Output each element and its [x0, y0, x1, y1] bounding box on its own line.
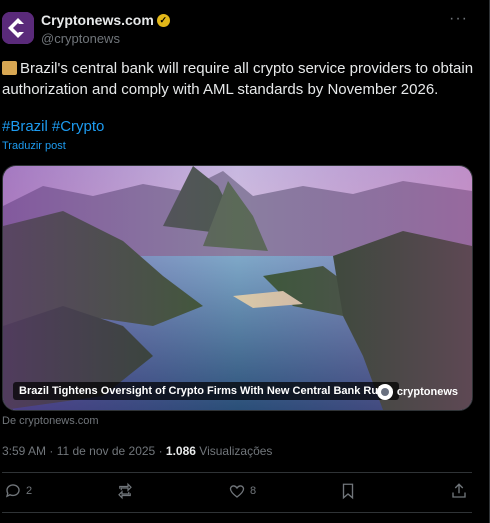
bookmark-button[interactable]	[339, 482, 361, 500]
cryptonews-mark-icon	[376, 384, 393, 400]
repost-icon	[118, 482, 132, 500]
divider	[2, 472, 472, 473]
media-brand: cryptonews	[376, 384, 458, 400]
share-icon	[452, 483, 466, 498]
rio-landscape-image	[3, 166, 472, 410]
source-link[interactable]: De cryptonews.com	[2, 415, 99, 427]
reply-button[interactable]: 2	[4, 482, 32, 500]
author-handle[interactable]: @cryptonews	[41, 31, 120, 46]
views-count: 1.086	[165, 444, 196, 458]
action-bar: 2 8	[0, 482, 480, 504]
reply-icon	[5, 484, 20, 498]
scroll-emoji-icon	[2, 61, 17, 75]
like-icon	[229, 485, 245, 498]
media-caption: Brazil Tightens Oversight of Crypto Firm…	[13, 382, 400, 400]
translate-link[interactable]: Traduzir post	[2, 140, 66, 152]
verified-badge-icon: ✓	[156, 13, 170, 27]
post: Cryptonews.com ✓ @cryptonews ··· Brazil'…	[0, 0, 486, 523]
reply-count: 2	[26, 485, 33, 497]
bookmark-icon	[342, 483, 354, 500]
author-name[interactable]: Cryptonews.com ✓	[41, 12, 170, 28]
post-text: Brazil's central bank will require all c…	[2, 58, 480, 100]
post-date[interactable]: 11 de nov de 2025	[57, 444, 156, 458]
hashtag-crypto[interactable]: #Crypto	[52, 118, 105, 135]
hashtags: #Brazil #Crypto	[2, 118, 108, 135]
post-body: Brazil's central bank will require all c…	[2, 60, 474, 98]
author-name-text: Cryptonews.com	[41, 12, 154, 28]
more-icon[interactable]: ···	[449, 10, 468, 28]
share-button[interactable]	[450, 482, 472, 500]
avatar[interactable]	[2, 12, 34, 44]
divider-bottom	[2, 512, 472, 513]
post-time[interactable]: 3:59 AM	[2, 444, 46, 458]
like-count: 8	[250, 485, 257, 497]
like-button[interactable]: 8	[228, 482, 256, 500]
hashtag-brazil[interactable]: #Brazil	[2, 118, 48, 135]
media-brand-text: cryptonews	[396, 386, 458, 398]
cryptonews-logo-icon	[2, 12, 34, 44]
views-label: Visualizações	[199, 444, 273, 458]
post-meta: 3:59 AM · 11 de nov de 2025 · 1.086 Visu…	[2, 444, 273, 458]
repost-button[interactable]	[116, 482, 138, 500]
media-card[interactable]: Brazil Tightens Oversight of Crypto Firm…	[2, 165, 473, 411]
